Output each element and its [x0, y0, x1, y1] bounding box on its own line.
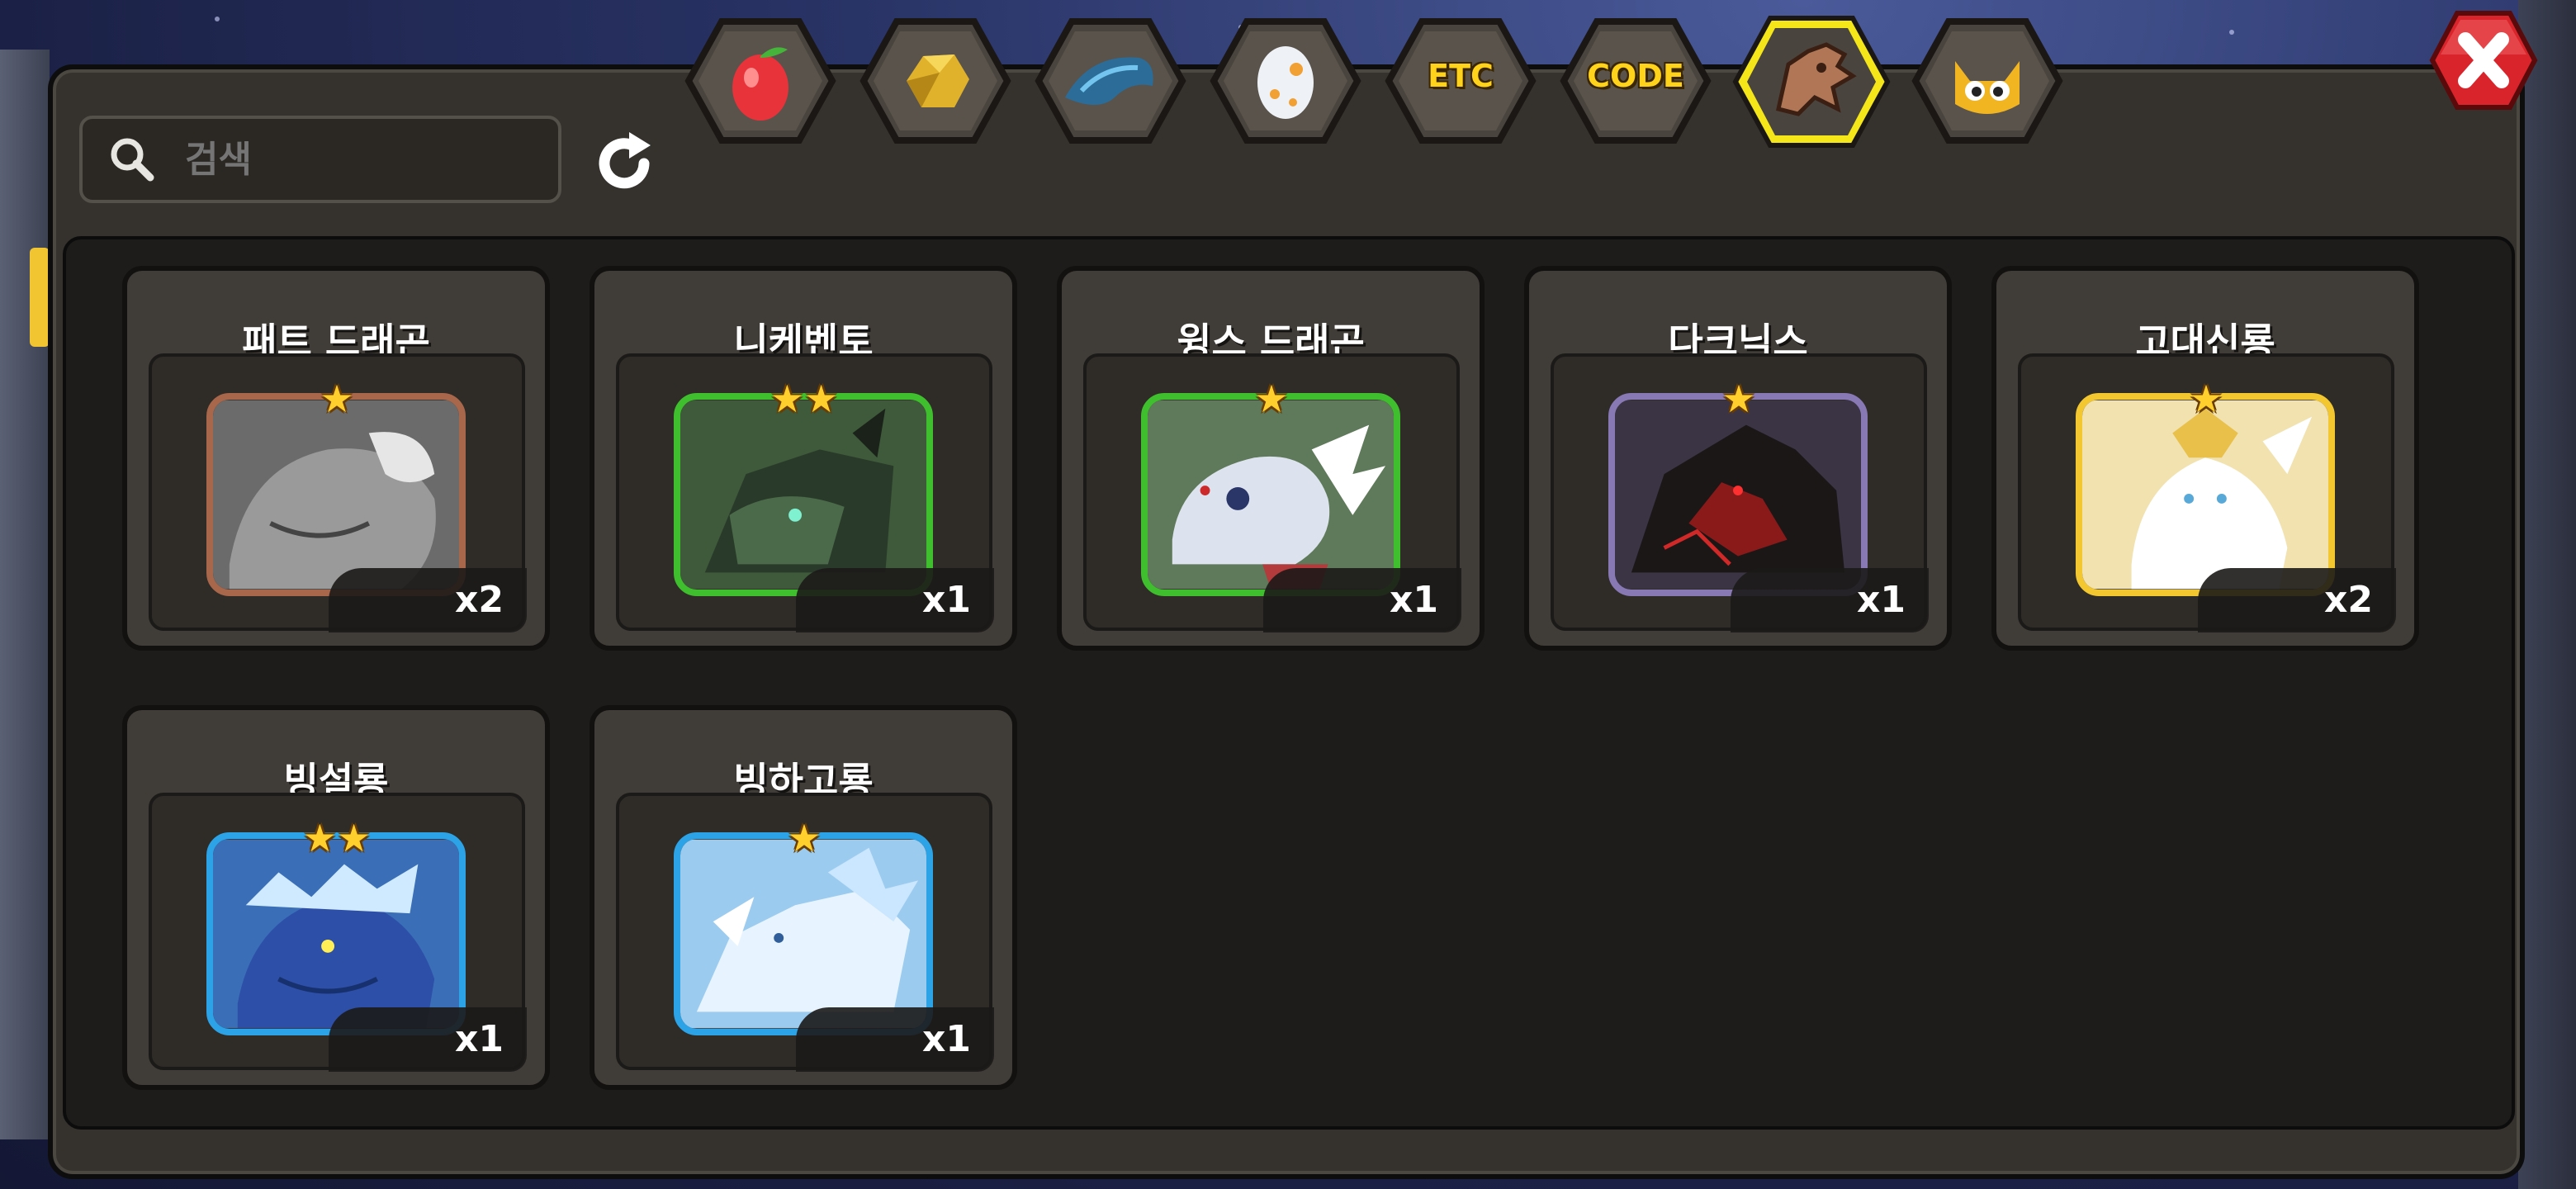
card-inner: ★ x1 [1551, 353, 1929, 632]
tab-dragon[interactable] [1729, 12, 1894, 152]
star-rating: ★★ [302, 816, 372, 860]
count-badge: x2 [2198, 568, 2396, 632]
dragon-portrait [206, 393, 466, 596]
dragon-card-pat[interactable]: 패트 드래곤 ★ x2 [122, 266, 550, 651]
dragon-portrait [1608, 393, 1868, 596]
dragon-card-ancient[interactable]: 고대신룡 ★ x2 [1991, 266, 2419, 651]
dragon-portrait [674, 393, 933, 596]
count-badge: x1 [329, 1007, 527, 1072]
dragon-card-binghago[interactable]: 빙하고룡 ★ x1 [590, 705, 1017, 1090]
star-rating: ★ [2189, 377, 2223, 421]
count-badge: x1 [1731, 568, 1929, 632]
count-badge: x1 [1263, 568, 1461, 632]
background-star [215, 17, 220, 21]
tab-scale[interactable] [1032, 15, 1189, 147]
search-box[interactable] [79, 116, 561, 203]
tab-pet[interactable] [1909, 15, 2066, 147]
search-icon [109, 136, 155, 182]
card-inner: ★★ x1 [616, 353, 994, 632]
dragon-portrait [2076, 393, 2335, 596]
card-inner: ★ x1 [1083, 353, 1461, 632]
count-badge: x1 [796, 568, 994, 632]
card-inner: ★ x1 [616, 793, 994, 1072]
tab-egg[interactable] [1207, 15, 1364, 147]
dragon-portrait [674, 832, 933, 1035]
star-rating: ★ [1721, 377, 1756, 421]
tab-etc[interactable]: ETC [1382, 15, 1539, 147]
dragon-card-wings[interactable]: 윙스 드래곤 ★ x1 [1057, 266, 1485, 651]
dragon-card-darknix[interactable]: 다크닉스 ★ x1 [1524, 266, 1952, 651]
close-icon [2429, 11, 2538, 110]
card-inner: ★ x2 [149, 353, 527, 632]
tab-fruit[interactable] [682, 15, 839, 147]
tab-etc-label: ETC [1428, 58, 1494, 94]
card-inner: ★ x2 [2018, 353, 2396, 632]
background-gold-tab [30, 248, 50, 347]
count-badge: x2 [329, 568, 527, 632]
background-right-strip [2518, 0, 2576, 1189]
dragon-card-bingseol[interactable]: 빙설룡 ★★ x1 [122, 705, 550, 1090]
dragon-card-nikebento[interactable]: 니케벤토 ★★ x1 [590, 266, 1017, 651]
dragon-portrait [206, 832, 466, 1035]
star-rating: ★★ [769, 377, 839, 421]
star-rating: ★ [320, 377, 354, 421]
search-input[interactable] [183, 137, 533, 182]
tab-code-label: CODE [1587, 58, 1684, 94]
egg-icon [1257, 46, 1314, 119]
star-rating: ★ [1254, 377, 1289, 421]
background-star [2229, 30, 2234, 35]
card-inner: ★★ x1 [149, 793, 527, 1072]
refresh-button[interactable] [583, 122, 665, 205]
star-rating: ★ [787, 816, 822, 860]
count-badge: x1 [796, 1007, 994, 1072]
background-sidebar [0, 50, 50, 1139]
refresh-icon [599, 132, 651, 189]
tab-gold[interactable] [857, 15, 1014, 147]
close-button[interactable] [2427, 8, 2540, 112]
dragon-portrait [1141, 393, 1400, 596]
tab-code[interactable]: CODE [1557, 15, 1714, 147]
